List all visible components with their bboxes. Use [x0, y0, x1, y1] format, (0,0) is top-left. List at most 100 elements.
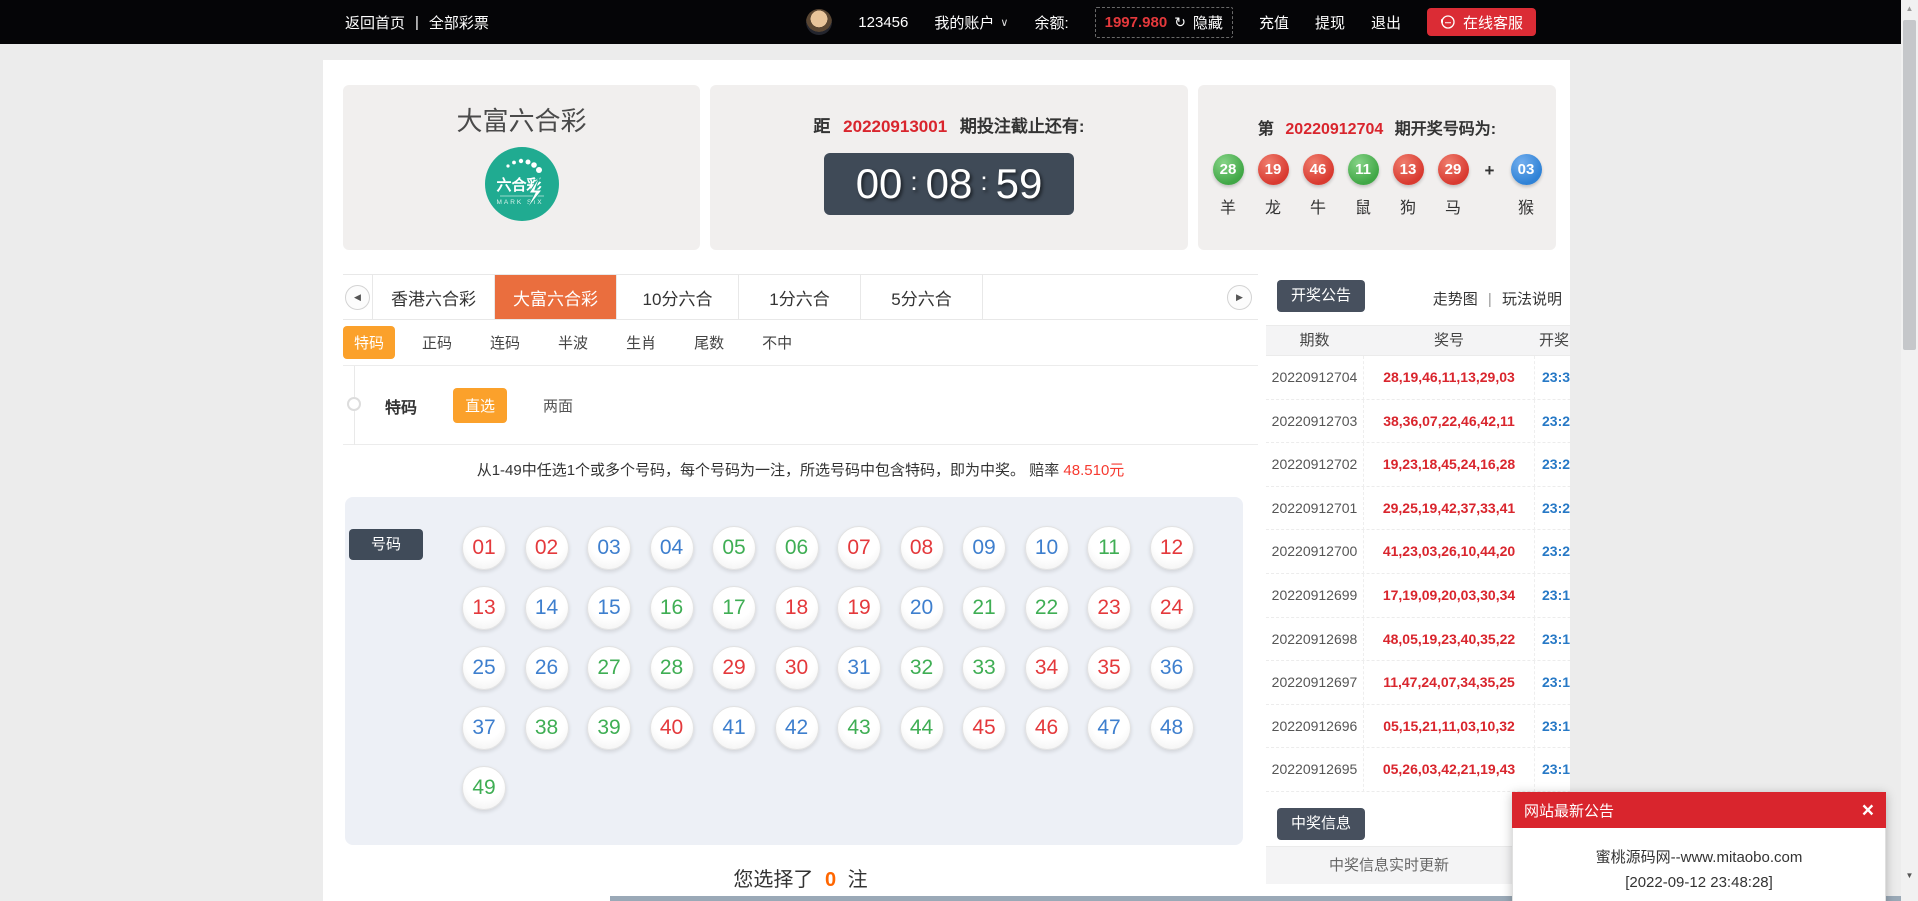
row-numbers: 48,05,19,23,40,35,22	[1363, 618, 1535, 662]
number-ball-46[interactable]: 46	[1025, 706, 1069, 750]
tab-大富六合彩[interactable]: 大富六合彩	[495, 275, 617, 319]
number-ball-35[interactable]: 35	[1087, 646, 1131, 690]
number-ball-23[interactable]: 23	[1087, 586, 1131, 630]
number-ball-20[interactable]: 20	[900, 586, 944, 630]
subnav-item-尾数[interactable]: 尾数	[683, 326, 735, 359]
recharge-link[interactable]: 充值	[1259, 12, 1289, 33]
subnav-item-生肖[interactable]: 生肖	[615, 326, 667, 359]
number-ball-28[interactable]: 28	[650, 646, 694, 690]
number-ball-47[interactable]: 47	[1087, 706, 1131, 750]
number-ball-31[interactable]: 31	[837, 646, 881, 690]
withdraw-link[interactable]: 提现	[1315, 12, 1345, 33]
scroll-down-icon[interactable]: ▼	[1901, 867, 1918, 884]
number-ball-17[interactable]: 17	[712, 586, 756, 630]
number-ball-40[interactable]: 40	[650, 706, 694, 750]
number-ball-36[interactable]: 36	[1150, 646, 1194, 690]
bet-option-liangmian[interactable]: 两面	[531, 388, 585, 423]
number-ball-18[interactable]: 18	[775, 586, 819, 630]
odds-value: 48.510元	[1063, 462, 1124, 479]
hide-balance-button[interactable]: 隐藏	[1193, 12, 1223, 33]
header-issue: 期数	[1266, 326, 1363, 355]
number-ball-02[interactable]: 02	[525, 526, 569, 570]
online-service-button[interactable]: 在线客服	[1427, 8, 1536, 36]
tab-10分六合[interactable]: 10分六合	[617, 275, 739, 319]
subnav-item-不中[interactable]: 不中	[751, 326, 803, 359]
number-ball-05[interactable]: 05	[712, 526, 756, 570]
number-ball-44[interactable]: 44	[900, 706, 944, 750]
number-ball-49[interactable]: 49	[462, 766, 506, 810]
number-ball-06[interactable]: 06	[775, 526, 819, 570]
number-ball-22[interactable]: 22	[1025, 586, 1069, 630]
subnav-item-连码[interactable]: 连码	[479, 326, 531, 359]
number-ball-01[interactable]: 01	[462, 526, 506, 570]
tabs-scroll-right-button[interactable]: ▶	[1227, 285, 1252, 310]
draw-ball-col: 46牛	[1303, 154, 1334, 218]
logout-link[interactable]: 退出	[1371, 12, 1401, 33]
draw-ball-col: 11鼠	[1348, 154, 1379, 218]
scrollbar-thumb[interactable]	[1903, 20, 1916, 350]
number-ball-43[interactable]: 43	[837, 706, 881, 750]
number-ball-13[interactable]: 13	[462, 586, 506, 630]
my-account-menu[interactable]: 我的账户 ∨	[934, 12, 1008, 33]
play-rules-link[interactable]: 玩法说明	[1502, 291, 1562, 308]
number-ball-26[interactable]: 26	[525, 646, 569, 690]
number-ball-38[interactable]: 38	[525, 706, 569, 750]
popup-body: 蜜桃源码网--www.mitaobo.com [2022-09-12 23:48…	[1512, 828, 1886, 901]
user-avatar[interactable]	[806, 9, 832, 35]
popup-line2: [2022-09-12 23:48:28]	[1513, 874, 1885, 891]
tab-1分六合[interactable]: 1分六合	[739, 275, 861, 319]
vertical-scrollbar[interactable]: ▲ ▼	[1901, 0, 1918, 901]
number-ball-29[interactable]: 29	[712, 646, 756, 690]
page: 返回首页 | 全部彩票 123456 我的账户 ∨ 余额: 1997.980 ↻…	[0, 0, 1918, 901]
number-ball-30[interactable]: 30	[775, 646, 819, 690]
number-ball-34[interactable]: 34	[1025, 646, 1069, 690]
refresh-icon[interactable]: ↻	[1174, 14, 1186, 31]
tabs-scroll-left-button[interactable]: ◀	[345, 285, 370, 310]
subnav-item-正码[interactable]: 正码	[411, 326, 463, 359]
number-ball-16[interactable]: 16	[650, 586, 694, 630]
close-icon[interactable]: ×	[1862, 800, 1874, 821]
tab-5分六合[interactable]: 5分六合	[861, 275, 983, 319]
lottery-tabs: 香港六合彩大富六合彩10分六合1分六合5分六合	[373, 275, 983, 319]
draw-ball-29: 29	[1438, 154, 1469, 185]
number-ball-11[interactable]: 11	[1087, 526, 1131, 570]
number-ball-33[interactable]: 33	[962, 646, 1006, 690]
number-ball-42[interactable]: 42	[775, 706, 819, 750]
bet-option-zhixuan[interactable]: 直选	[453, 388, 507, 423]
number-ball-07[interactable]: 07	[837, 526, 881, 570]
number-ball-21[interactable]: 21	[962, 586, 1006, 630]
number-ball-41[interactable]: 41	[712, 706, 756, 750]
all-lottery-link[interactable]: 全部彩票	[429, 12, 489, 33]
subnav-item-半波[interactable]: 半波	[547, 326, 599, 359]
number-ball-03[interactable]: 03	[587, 526, 631, 570]
trend-chart-link[interactable]: 走势图	[1433, 291, 1478, 308]
number-ball-48[interactable]: 48	[1150, 706, 1194, 750]
lottery-tabbar: ◀ 香港六合彩大富六合彩10分六合1分六合5分六合 ▶	[343, 274, 1258, 320]
selection-prefix: 您选择了	[733, 869, 813, 891]
number-ball-14[interactable]: 14	[525, 586, 569, 630]
number-ball-37[interactable]: 37	[462, 706, 506, 750]
subnav-item-特码[interactable]: 特码	[343, 326, 395, 359]
scroll-up-icon[interactable]: ▲	[1901, 0, 1918, 17]
number-ball-27[interactable]: 27	[587, 646, 631, 690]
number-ball-15[interactable]: 15	[587, 586, 631, 630]
popup-line1: 蜜桃源码网--www.mitaobo.com	[1513, 846, 1885, 867]
draw-announce-badge[interactable]: 开奖公告	[1277, 280, 1365, 312]
number-ball-32[interactable]: 32	[900, 646, 944, 690]
number-ball-39[interactable]: 39	[587, 706, 631, 750]
number-ball-10[interactable]: 10	[1025, 526, 1069, 570]
balance-box[interactable]: 1997.980 ↻ 隐藏	[1095, 7, 1233, 38]
number-ball-24[interactable]: 24	[1150, 586, 1194, 630]
number-ball-08[interactable]: 08	[900, 526, 944, 570]
win-info-badge[interactable]: 中奖信息	[1277, 808, 1365, 840]
draw-result-line: 第 20220912704 期开奖号码为:	[1198, 115, 1556, 139]
number-ball-45[interactable]: 45	[962, 706, 1006, 750]
number-ball-12[interactable]: 12	[1150, 526, 1194, 570]
back-home-link[interactable]: 返回首页	[345, 12, 405, 33]
sidebar-links: 走势图 | 玩法说明	[1433, 288, 1562, 309]
tab-香港六合彩[interactable]: 香港六合彩	[373, 275, 495, 319]
number-ball-09[interactable]: 09	[962, 526, 1006, 570]
number-ball-25[interactable]: 25	[462, 646, 506, 690]
number-ball-04[interactable]: 04	[650, 526, 694, 570]
number-ball-19[interactable]: 19	[837, 586, 881, 630]
